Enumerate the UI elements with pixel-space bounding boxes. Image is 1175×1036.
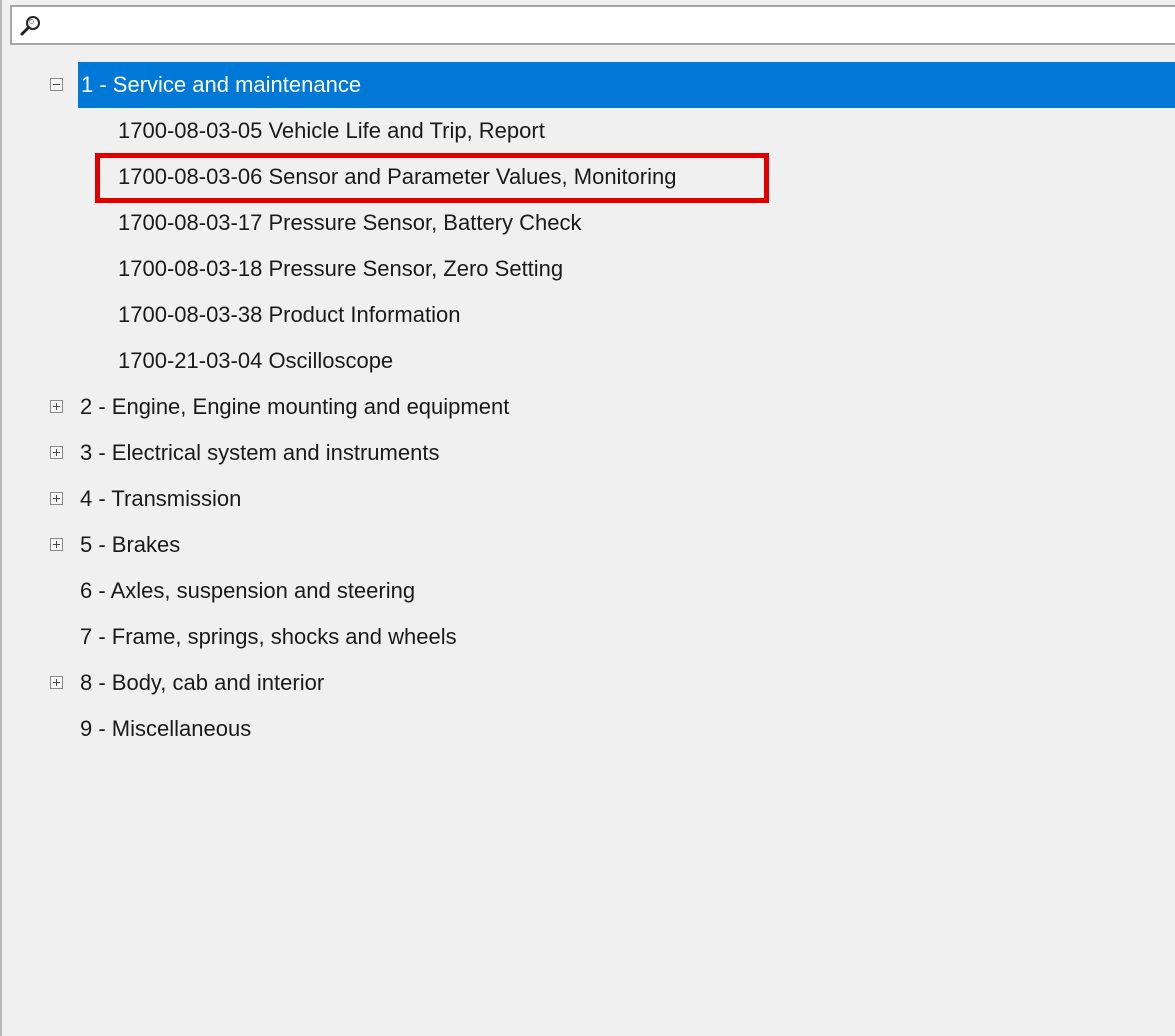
tree-node-label[interactable]: 7 - Frame, springs, shocks and wheels [80, 614, 457, 660]
tree-node-label[interactable]: 1700-08-03-06 Sensor and Parameter Value… [118, 154, 676, 200]
search-icon[interactable] [19, 14, 43, 38]
tree-node-label[interactable]: 2 - Engine, Engine mounting and equipmen… [80, 384, 509, 430]
expand-toggle-icon[interactable] [50, 446, 63, 459]
tree-node-service-maintenance[interactable]: 1 - Service and maintenance [2, 62, 1175, 108]
tree-node-miscellaneous[interactable]: 9 - Miscellaneous [2, 706, 1175, 752]
tree-node-label[interactable]: 6 - Axles, suspension and steering [80, 568, 415, 614]
tree-node-transmission[interactable]: 4 - Transmission [2, 476, 1175, 522]
tree-node-vehicle-life-trip[interactable]: 1700-08-03-05 Vehicle Life and Trip, Rep… [2, 108, 1175, 154]
tree-node-label[interactable]: 9 - Miscellaneous [80, 706, 251, 752]
expand-toggle-icon[interactable] [50, 400, 63, 413]
tree-node-electrical[interactable]: 3 - Electrical system and instruments [2, 430, 1175, 476]
collapse-toggle-icon[interactable] [50, 78, 63, 91]
expand-toggle-icon[interactable] [50, 538, 63, 551]
expand-toggle-icon[interactable] [50, 492, 63, 505]
tree-node-label[interactable]: 1700-08-03-05 Vehicle Life and Trip, Rep… [118, 108, 545, 154]
tree-node-label[interactable]: 1700-08-03-38 Product Information [118, 292, 460, 338]
category-tree: 1 - Service and maintenance 1700-08-03-0… [2, 62, 1175, 752]
tree-window: 1 - Service and maintenance 1700-08-03-0… [0, 0, 1175, 1036]
tree-node-label[interactable]: 1 - Service and maintenance [78, 62, 1175, 108]
tree-node-label[interactable]: 1700-08-03-17 Pressure Sensor, Battery C… [118, 200, 581, 246]
search-input[interactable] [48, 11, 1172, 41]
tree-node-pressure-sensor-battery[interactable]: 1700-08-03-17 Pressure Sensor, Battery C… [2, 200, 1175, 246]
tree-node-oscilloscope[interactable]: 1700-21-03-04 Oscilloscope [2, 338, 1175, 384]
tree-node-label[interactable]: 5 - Brakes [80, 522, 180, 568]
tree-node-label[interactable]: 1700-08-03-18 Pressure Sensor, Zero Sett… [118, 246, 563, 292]
tree-node-label[interactable]: 8 - Body, cab and interior [80, 660, 324, 706]
tree-node-engine[interactable]: 2 - Engine, Engine mounting and equipmen… [2, 384, 1175, 430]
tree-node-axles[interactable]: 6 - Axles, suspension and steering [2, 568, 1175, 614]
expand-toggle-icon[interactable] [50, 676, 63, 689]
search-bar[interactable] [10, 5, 1175, 45]
tree-node-product-information[interactable]: 1700-08-03-38 Product Information [2, 292, 1175, 338]
tree-node-pressure-sensor-zero[interactable]: 1700-08-03-18 Pressure Sensor, Zero Sett… [2, 246, 1175, 292]
tree-node-body-cab[interactable]: 8 - Body, cab and interior [2, 660, 1175, 706]
tree-node-sensor-parameter-values[interactable]: 1700-08-03-06 Sensor and Parameter Value… [2, 154, 1175, 200]
tree-node-label[interactable]: 3 - Electrical system and instruments [80, 430, 439, 476]
tree-node-label[interactable]: 4 - Transmission [80, 476, 241, 522]
tree-node-brakes[interactable]: 5 - Brakes [2, 522, 1175, 568]
tree-node-label[interactable]: 1700-21-03-04 Oscilloscope [118, 338, 393, 384]
tree-node-frame[interactable]: 7 - Frame, springs, shocks and wheels [2, 614, 1175, 660]
